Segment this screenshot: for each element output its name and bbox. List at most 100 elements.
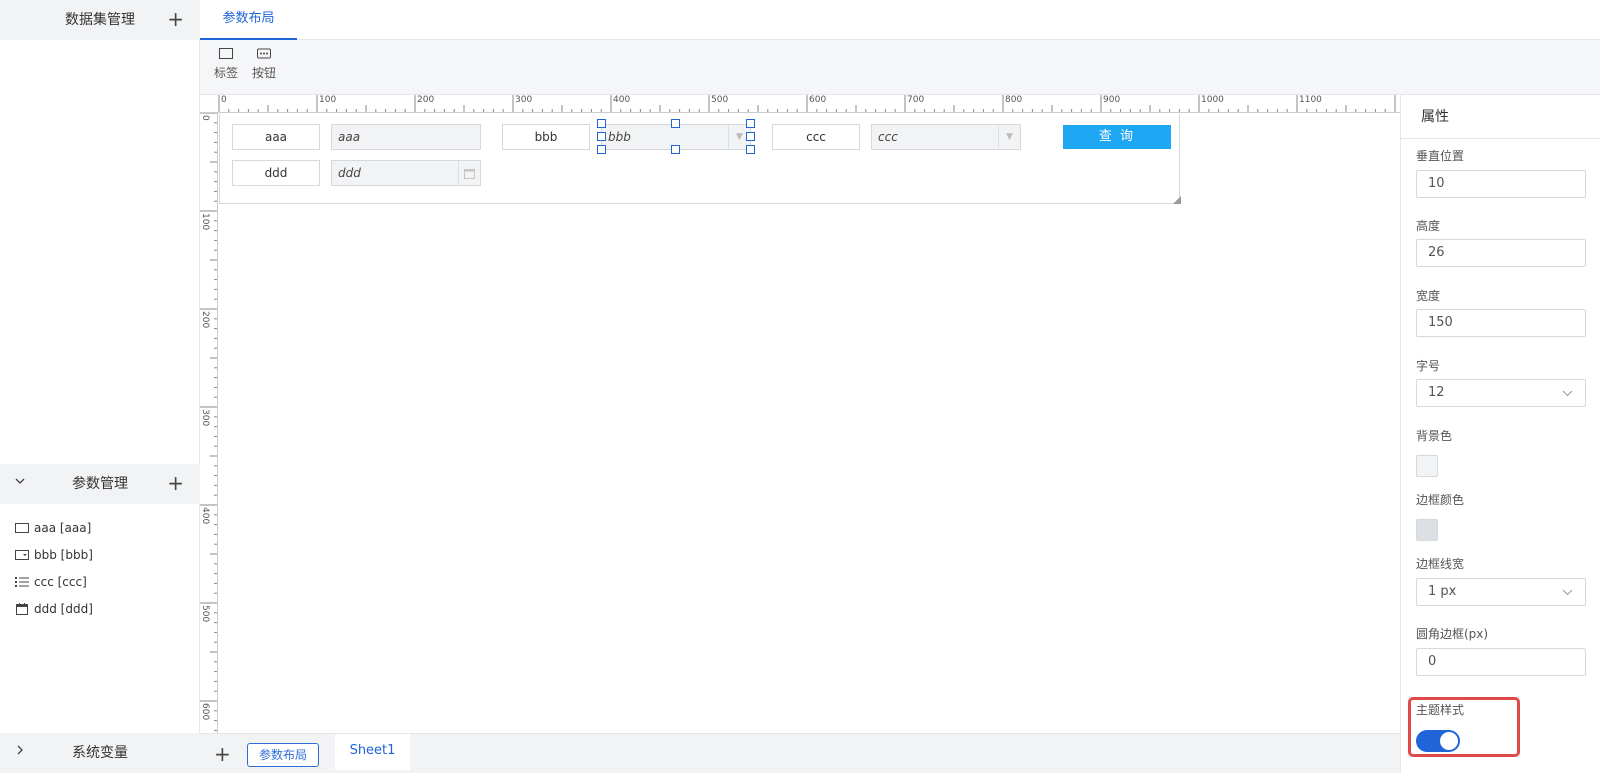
add-dataset-icon[interactable]: + xyxy=(167,0,184,38)
list-icon xyxy=(14,577,30,587)
ruler-label: 400 xyxy=(613,95,630,105)
sheet-bar: + 参数布局 Sheet1 xyxy=(200,733,1400,773)
font-size-value: 12 xyxy=(1428,385,1445,400)
ruler-label: 100 xyxy=(200,213,210,230)
dropdown-box-icon xyxy=(14,550,30,560)
ruler-label: 700 xyxy=(907,95,924,105)
bbb-label-widget[interactable]: bbb xyxy=(502,124,590,150)
theme-style-toggle[interactable] xyxy=(1416,730,1460,752)
button-tool-icon xyxy=(257,48,271,59)
ccc-select-value: ccc xyxy=(878,130,898,144)
label-box-icon xyxy=(14,523,30,533)
param-item-aaa[interactable]: aaa [aaa] xyxy=(14,518,91,538)
label-tool-text: 标签 xyxy=(213,66,238,80)
ruler-label: 800 xyxy=(1005,95,1022,105)
param-manager-header: 参数管理 + xyxy=(0,464,200,504)
component-toolbar: 标签 按钮 xyxy=(200,40,1600,95)
ddd-label-widget[interactable]: ddd xyxy=(232,160,320,186)
font-size-label: 字号 xyxy=(1416,359,1441,373)
aaa-input-widget[interactable]: aaa xyxy=(331,124,481,150)
sheet-tab-param-layout[interactable]: 参数布局 xyxy=(247,743,319,767)
border-width-select[interactable]: 1 px xyxy=(1416,578,1586,606)
dropdown-arrow-icon: ▼ xyxy=(998,125,1020,149)
ruler-label: 600 xyxy=(809,95,826,105)
label-tool[interactable]: 标签 xyxy=(209,48,243,81)
selection-handle-w[interactable] xyxy=(597,132,606,141)
width-input[interactable]: 150 xyxy=(1416,309,1586,337)
left-sidebar: 数据集管理 + 参数管理 + aaa [aaa] bbb [bbb] ccc [… xyxy=(0,0,200,773)
aaa-input-value: aaa xyxy=(338,130,361,144)
parameter-panel[interactable]: aaa aaa bbb bbb ▼ ccc ccc ▼ 查 询 ddd ddd xyxy=(219,114,1181,204)
border-color-swatch[interactable] xyxy=(1416,519,1438,541)
selection-handle-ne[interactable] xyxy=(746,119,755,128)
selection-handle-nw[interactable] xyxy=(597,119,606,128)
ruler-label: 500 xyxy=(200,605,210,622)
ddd-date-widget[interactable]: ddd xyxy=(331,160,481,186)
ruler-label: 300 xyxy=(515,95,532,105)
param-item-ddd[interactable]: ddd [ddd] xyxy=(14,599,93,619)
selection-handle-n[interactable] xyxy=(671,119,680,128)
button-tool[interactable]: 按钮 xyxy=(247,48,281,81)
ccc-label-widget[interactable]: ccc xyxy=(772,124,860,150)
aaa-label-widget[interactable]: aaa xyxy=(232,124,320,150)
theme-style-label: 主题样式 xyxy=(1416,703,1465,717)
corner-radius-input[interactable]: 0 xyxy=(1416,648,1586,676)
horizontal-ruler: 0 100 200 300 400 500 600 700 800 900 1000 1100 xyxy=(200,95,1400,113)
query-button[interactable]: 查 询 xyxy=(1063,125,1171,149)
bbb-select-value: bbb xyxy=(608,130,631,144)
param-item-label: ddd [ddd] xyxy=(34,602,93,616)
ccc-select-widget[interactable]: ccc ▼ xyxy=(871,124,1021,150)
top-tab-bar: 参数布局 xyxy=(200,0,1600,40)
ruler-label: 200 xyxy=(417,95,434,105)
calendar-icon xyxy=(14,603,30,615)
background-color-swatch[interactable] xyxy=(1416,455,1438,477)
selection-handle-e[interactable] xyxy=(746,132,755,141)
label-tool-icon xyxy=(219,48,233,59)
width-label: 宽度 xyxy=(1416,289,1441,303)
ruler-label: 0 xyxy=(221,95,227,105)
add-sheet-icon[interactable]: + xyxy=(214,734,231,774)
height-input[interactable]: 26 xyxy=(1416,239,1586,267)
ruler-label: 1000 xyxy=(1201,95,1224,105)
vertical-position-label: 垂直位置 xyxy=(1416,149,1465,163)
ruler-label: 1100 xyxy=(1299,95,1322,105)
dataset-manager-header: 数据集管理 + xyxy=(0,0,200,40)
layout-canvas[interactable]: aaa aaa bbb bbb ▼ ccc ccc ▼ 查 询 ddd ddd xyxy=(219,114,1400,733)
selection-handle-sw[interactable] xyxy=(597,145,606,154)
ruler-label: 0 xyxy=(200,115,210,121)
vertical-ruler: 0 100 200 300 400 500 600 xyxy=(200,113,218,733)
param-item-bbb[interactable]: bbb [bbb] xyxy=(14,545,93,565)
button-tool-text: 按钮 xyxy=(251,66,276,80)
chevron-down-icon xyxy=(1562,579,1573,615)
chevron-down-icon xyxy=(1562,380,1573,416)
border-color-label: 边框颜色 xyxy=(1416,493,1465,507)
param-item-label: bbb [bbb] xyxy=(34,548,93,562)
height-label: 高度 xyxy=(1416,219,1441,233)
system-vars-header: 系统变量 xyxy=(0,733,200,773)
ruler-label: 400 xyxy=(200,507,210,524)
background-color-label: 背景色 xyxy=(1416,429,1453,443)
param-item-label: ccc [ccc] xyxy=(34,575,87,589)
properties-title: 属性 xyxy=(1401,95,1600,139)
sheet-tab-sheet1[interactable]: Sheet1 xyxy=(335,734,410,770)
font-size-select[interactable]: 12 xyxy=(1416,379,1586,407)
selection-handle-s[interactable] xyxy=(671,145,680,154)
calendar-icon xyxy=(458,161,480,185)
tab-param-layout[interactable]: 参数布局 xyxy=(200,0,297,40)
ruler-label: 100 xyxy=(319,95,336,105)
vertical-position-input[interactable]: 10 xyxy=(1416,170,1586,198)
param-item-ccc[interactable]: ccc [ccc] xyxy=(14,572,87,592)
ruler-label: 500 xyxy=(711,95,728,105)
ddd-date-value: ddd xyxy=(338,166,361,180)
system-vars-title: 系统变量 xyxy=(72,745,128,761)
properties-panel: 属性 垂直位置 10 高度 26 宽度 150 字号 12 背景色 边框颜色 边… xyxy=(1400,95,1600,773)
add-param-icon[interactable]: + xyxy=(167,464,184,502)
ruler-label: 300 xyxy=(200,409,210,426)
ruler-label: 600 xyxy=(200,703,210,720)
ruler-label: 900 xyxy=(1103,95,1120,105)
border-width-value: 1 px xyxy=(1428,584,1457,599)
corner-radius-label: 圆角边框(px) xyxy=(1416,627,1489,641)
border-width-label: 边框线宽 xyxy=(1416,557,1465,571)
resize-grip-icon[interactable] xyxy=(1173,196,1181,204)
selection-handle-se[interactable] xyxy=(746,145,755,154)
